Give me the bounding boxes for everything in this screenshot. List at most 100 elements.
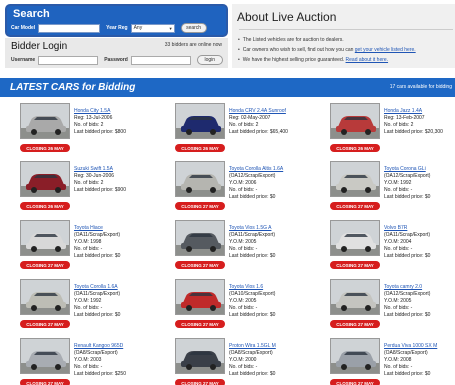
- car-detail-line: No. of bids: -: [229, 246, 258, 252]
- car-detail-line: (OA11/Scrap/Export): [74, 232, 121, 238]
- car-photo[interactable]: [175, 161, 225, 197]
- car-detail-line: Last bidded price: $800: [74, 129, 126, 135]
- car-listing[interactable]: CLOSING 27 MAY Toyota Corolla 1.6A (OA11/S…: [20, 279, 165, 335]
- closing-date-badge: CLOSING 27 MAY: [330, 261, 380, 269]
- car-name-link[interactable]: Volvo B7R: [384, 225, 430, 232]
- divider: [239, 29, 453, 30]
- car-photo[interactable]: [330, 220, 380, 256]
- car-photo[interactable]: [20, 220, 70, 256]
- car-photo[interactable]: [175, 103, 225, 139]
- car-details: Perdua Viva 1000 SX M (OA8/Scrap/Export) Y…: [384, 343, 437, 378]
- car-name-link[interactable]: Toyota Corolla 1.6A: [74, 284, 120, 291]
- car-photo[interactable]: [330, 103, 380, 139]
- car-name-link[interactable]: Toyota camry 2.0: [384, 284, 430, 291]
- car-photo[interactable]: [20, 338, 70, 374]
- cars-available-count: 17 cars available for bidding: [389, 84, 452, 90]
- car-name-link[interactable]: Proton Wira 1.5GL M: [229, 343, 276, 350]
- search-title: Search: [13, 8, 50, 20]
- car-listing[interactable]: CLOSING 26 MAY Suzuki Swift 1.5A Reg: 30-J…: [20, 161, 165, 217]
- car-name-link[interactable]: Toyota Corolla Altis 1.6A: [229, 166, 283, 173]
- car-name-link[interactable]: Renault Kangoo 965D: [74, 343, 126, 350]
- closing-date-badge: CLOSING 26 MAY: [175, 144, 225, 152]
- car-detail-line: Last bidded price: $0: [384, 194, 431, 200]
- car-listing[interactable]: CLOSING 27 MAY Toyota Vios 1.5G A (OA11/Sc…: [175, 220, 320, 276]
- car-listing[interactable]: CLOSING 26 MAY Honda City 1.5A Reg: 13-Jul…: [20, 103, 165, 159]
- car-photo[interactable]: [175, 338, 225, 374]
- read-about-link[interactable]: Read about it here.: [346, 57, 389, 63]
- car-listing[interactable]: CLOSING 27 MAY Perdua Viva 1000 SX M (OA8/…: [330, 338, 455, 385]
- car-listing[interactable]: CLOSING 27 MAY Toyota Corona GLi (OA12/Scr…: [330, 161, 455, 217]
- car-name-link[interactable]: Honda CRV 2.4A Sunroof: [229, 108, 288, 115]
- search-button[interactable]: search: [180, 23, 207, 33]
- car-name-link[interactable]: Toyota Corona GLi: [384, 166, 430, 173]
- car-name-link[interactable]: Suzuki Swift 1.5A: [74, 166, 126, 173]
- get-vehicle-listed-link[interactable]: get your vehicle listed here.: [355, 47, 416, 53]
- car-details: Toyota Hiace (OA11/Scrap/Export) Y.O.M: 19…: [74, 225, 120, 260]
- login-button[interactable]: login: [196, 55, 223, 65]
- car-details: Toyota Corona GLi (OA12/Scrap/Export) Y.O.…: [384, 166, 430, 201]
- car-details: Proton Wira 1.5GL M (OA8/Scrap/Export) Y.O…: [229, 343, 276, 378]
- car-photo[interactable]: [175, 220, 225, 256]
- car-detail-line: (OA8/Scrap/Export): [384, 350, 428, 356]
- car-name-link[interactable]: Perdua Viva 1000 SX M: [384, 343, 437, 350]
- car-listing[interactable]: CLOSING 26 MAY Honda CRV 2.4A Sunroof Reg:…: [175, 103, 320, 159]
- car-details: Toyota Vios 1.6 (OA10/Scrap/Export) Y.O.M:…: [229, 284, 275, 319]
- car-photo[interactable]: [20, 161, 70, 197]
- closing-date-badge: CLOSING 27 MAY: [175, 320, 225, 328]
- about-item-text: We have the highest selling price guaran…: [242, 57, 345, 63]
- car-name-link[interactable]: Toyota Vios 1.6: [229, 284, 275, 291]
- search-panel: Search Car Model Year Reg Any ▼ search: [5, 4, 228, 37]
- car-listing[interactable]: CLOSING 27 MAY Toyota camry 2.0 (OA12/Scra…: [330, 279, 455, 335]
- car-photo[interactable]: [20, 103, 70, 139]
- car-detail-line: Last bidded price: $65,400: [229, 129, 288, 135]
- car-listing[interactable]: CLOSING 27 MAY Volvo B7R (OA11/Scrap/Expor…: [330, 220, 455, 276]
- latest-cars-title: LATEST CARS for Bidding: [10, 82, 136, 93]
- car-detail-line: (OA11/Scrap/Export): [74, 291, 121, 297]
- password-field[interactable]: [130, 55, 191, 65]
- closing-date-badge: CLOSING 26 MAY: [20, 144, 70, 152]
- car-name-link[interactable]: Honda City 1.5A: [74, 108, 126, 115]
- car-listing[interactable]: CLOSING 27 MAY Renault Kangoo 965D (OA8/Sc…: [20, 338, 165, 385]
- username-label: Username: [11, 57, 36, 63]
- car-listing[interactable]: CLOSING 27 MAY Toyota Corolla Altis 1.6A(…: [175, 161, 320, 217]
- car-detail-line: Last bidded price: $0: [229, 194, 276, 200]
- car-name-link[interactable]: Toyota Vios 1.5G A: [229, 225, 275, 232]
- year-reg-select[interactable]: Any ▼: [130, 23, 175, 33]
- bidder-login-panel: Bidder Login 33 bidders are online now U…: [5, 38, 228, 68]
- car-detail-line: (OA12/Scrap/Export): [384, 291, 431, 297]
- car-detail-line: No. of bids: -: [74, 246, 103, 252]
- car-photo[interactable]: [175, 279, 225, 315]
- car-listing[interactable]: CLOSING 27 MAY Proton Wira 1.5GL M (OA8/Sc…: [175, 338, 320, 385]
- car-detail-line: Last bidded price: $0: [229, 253, 276, 259]
- car-detail-line: Y.O.M: 2005: [229, 298, 257, 304]
- car-photo[interactable]: [330, 279, 380, 315]
- car-detail-line: Last bidded price: $900: [74, 187, 126, 193]
- car-listing[interactable]: CLOSING 27 MAY Toyota Vios 1.6 (OA10/Scrap…: [175, 279, 320, 335]
- closing-date-badge: CLOSING 27 MAY: [20, 379, 70, 385]
- year-reg-value: Any: [133, 25, 143, 31]
- closing-date-badge: CLOSING 27 MAY: [175, 379, 225, 385]
- car-detail-line: No. of bids: -: [74, 305, 103, 311]
- car-listing[interactable]: CLOSING 26 MAY Honda Jazz 1.4A Reg: 13-Feb…: [330, 103, 455, 159]
- car-detail-line: Y.O.M: 1998: [74, 239, 102, 245]
- car-detail-line: Y.O.M: 2005: [384, 298, 412, 304]
- car-detail-line: No. of bids: -: [74, 364, 103, 370]
- bullet-icon: •: [238, 57, 240, 63]
- car-photo[interactable]: [20, 279, 70, 315]
- about-item-text: Car owners who wish to sell, find out ho…: [242, 47, 354, 53]
- car-detail-line: Y.O.M: 1992: [74, 298, 102, 304]
- car-photo[interactable]: [330, 161, 380, 197]
- car-detail-line: No. of bids: -: [384, 246, 413, 252]
- car-name-link[interactable]: Honda Jazz 1.4A: [384, 108, 443, 115]
- car-model-input[interactable]: [38, 23, 101, 33]
- login-title: Bidder Login: [11, 41, 68, 52]
- username-field[interactable]: [38, 55, 99, 65]
- about-list: • The Listed vehicles are for auction to …: [238, 35, 416, 65]
- car-photo[interactable]: [330, 338, 380, 374]
- login-row: Username Password login: [11, 55, 223, 65]
- car-detail-line: No. of bids: 2: [74, 180, 104, 186]
- car-details: Toyota Corolla Altis 1.6A (OA12/Scrap/Exp…: [229, 166, 283, 201]
- car-listing[interactable]: CLOSING 27 MAY Toyota Hiace (OA11/Scrap/Ex…: [20, 220, 165, 276]
- car-name-link[interactable]: Toyota Hiace: [74, 225, 120, 232]
- car-details: Honda City 1.5A Reg: 13-Jul-2006 No. of bi…: [74, 108, 126, 136]
